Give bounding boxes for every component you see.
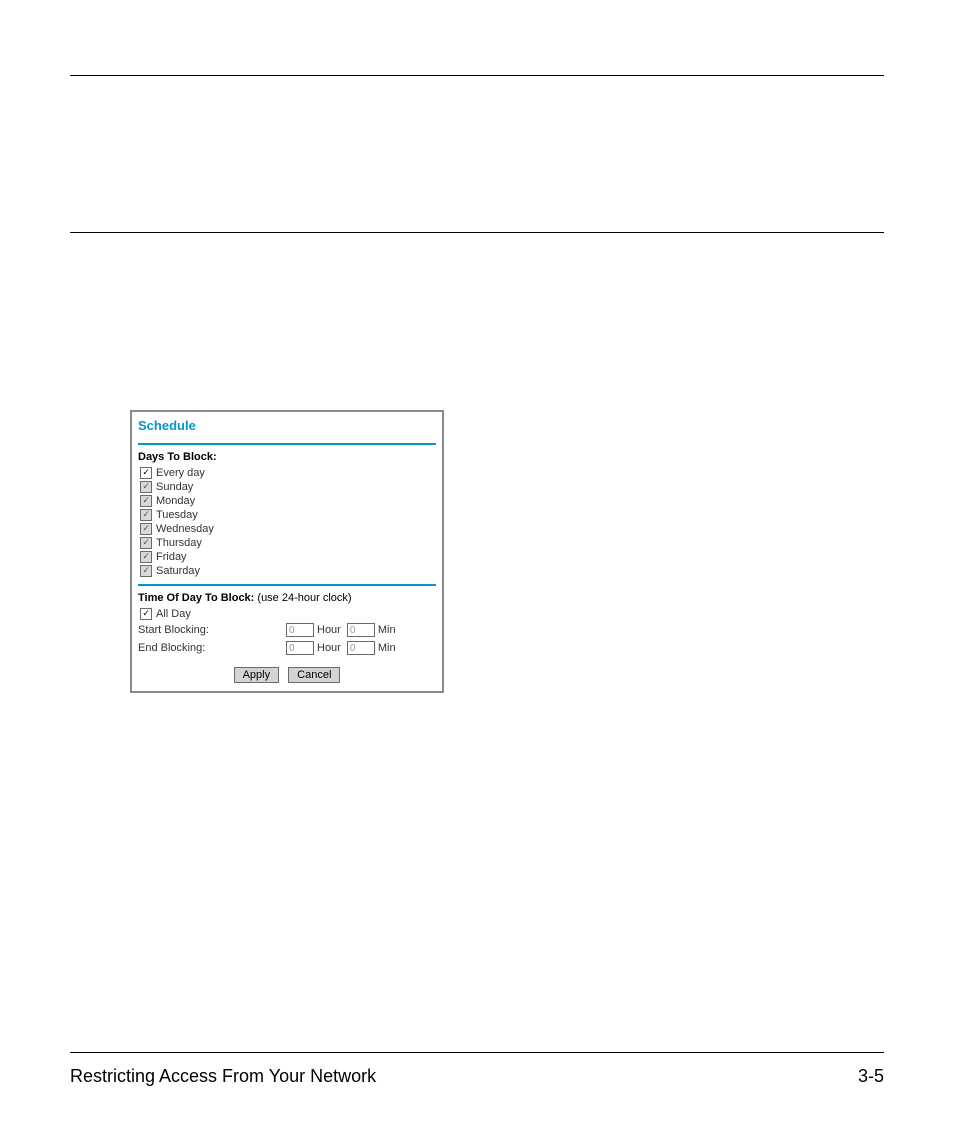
checkbox-label-allday: All Day [156,608,191,620]
end-hour-input[interactable]: 0 [286,641,314,655]
checkbox-row-sunday: Sunday [138,480,436,494]
checkbox-thursday[interactable] [140,537,152,549]
checkbox-label-tuesday: Tuesday [156,509,198,521]
schedule-panel-inner: Schedule Days To Block: Every day Sunday… [132,412,442,691]
end-blocking-row: End Blocking: 0 Hour 0 Min [138,639,436,657]
start-hour-input[interactable]: 0 [286,623,314,637]
document-page: Schedule Days To Block: Every day Sunday… [0,0,954,1145]
checkbox-friday[interactable] [140,551,152,563]
checkbox-wednesday[interactable] [140,523,152,535]
checkbox-row-saturday: Saturday [138,564,436,578]
checkbox-monday[interactable] [140,495,152,507]
time-of-day-label: Time Of Day To Block: (use 24-hour clock… [138,592,436,604]
time-of-day-label-paren: (use 24-hour clock) [254,592,351,604]
end-min-input[interactable]: 0 [347,641,375,655]
checkbox-label-thursday: Thursday [156,537,202,549]
checkbox-row-friday: Friday [138,550,436,564]
min-unit: Min [378,624,396,636]
checkbox-allday[interactable] [140,608,152,620]
footer-page-number: 3-5 [858,1066,884,1087]
schedule-title: Schedule [138,418,436,433]
checkbox-tuesday[interactable] [140,509,152,521]
cancel-button[interactable]: Cancel [288,667,340,683]
checkbox-row-everyday: Every day [138,466,436,480]
time-of-day-label-bold: Time Of Day To Block: [138,592,254,604]
checkbox-everyday[interactable] [140,467,152,479]
checkbox-saturday[interactable] [140,565,152,577]
top-rule [70,75,884,76]
checkbox-label-monday: Monday [156,495,195,507]
schedule-panel: Schedule Days To Block: Every day Sunday… [130,410,444,693]
start-blocking-label: Start Blocking: [138,624,286,636]
checkbox-label-friday: Friday [156,551,187,563]
section-rule [70,232,884,233]
end-blocking-label: End Blocking: [138,642,286,654]
checkbox-sunday[interactable] [140,481,152,493]
days-to-block-label: Days To Block: [138,451,436,463]
checkbox-label-wednesday: Wednesday [156,523,214,535]
button-row: Apply Cancel [138,667,436,683]
apply-button[interactable]: Apply [234,667,280,683]
checkbox-row-wednesday: Wednesday [138,522,436,536]
checkbox-row-monday: Monday [138,494,436,508]
checkbox-label-saturday: Saturday [156,565,200,577]
page-footer: Restricting Access From Your Network 3-5 [70,1066,884,1087]
divider [138,584,436,586]
checkbox-row-thursday: Thursday [138,536,436,550]
hour-unit: Hour [317,642,341,654]
start-blocking-row: Start Blocking: 0 Hour 0 Min [138,621,436,639]
bottom-rule [70,1052,884,1053]
checkbox-label-sunday: Sunday [156,481,193,493]
checkbox-row-tuesday: Tuesday [138,508,436,522]
start-min-input[interactable]: 0 [347,623,375,637]
min-unit: Min [378,642,396,654]
divider [138,443,436,445]
checkbox-row-allday: All Day [138,607,436,621]
checkbox-label-everyday: Every day [156,467,205,479]
footer-title: Restricting Access From Your Network [70,1066,376,1087]
hour-unit: Hour [317,624,341,636]
